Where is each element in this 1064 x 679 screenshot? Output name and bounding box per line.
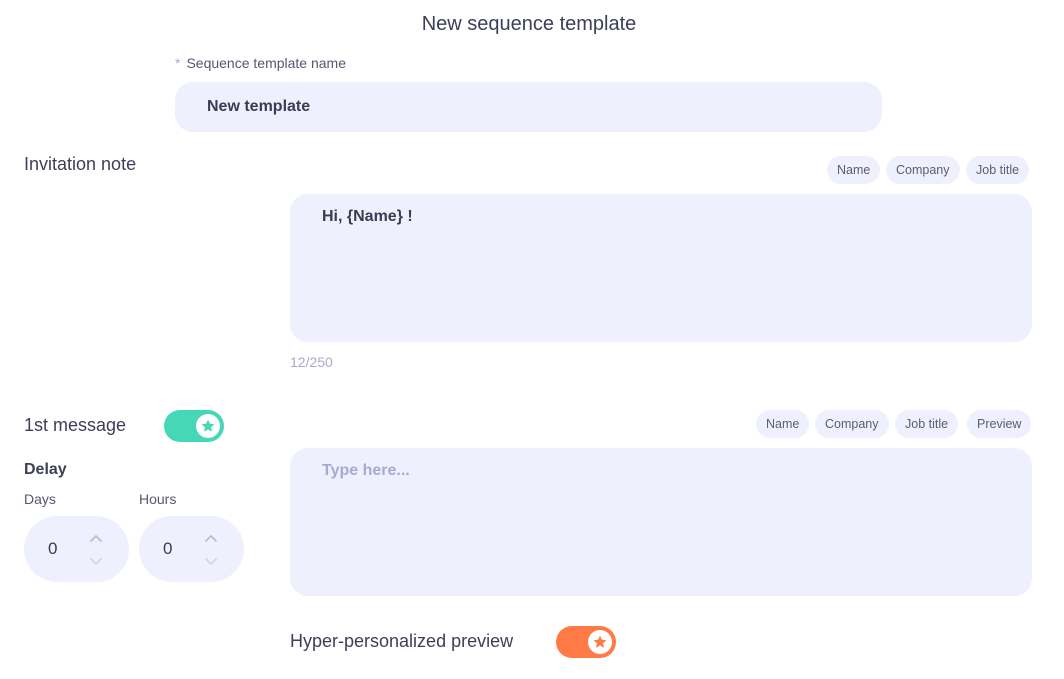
message-chip-name[interactable]: Name [756, 410, 810, 438]
hours-value[interactable]: 0 [163, 516, 172, 582]
chevron-up-icon[interactable] [88, 531, 104, 545]
star-icon [588, 630, 612, 654]
hyper-personalized-preview-toggle[interactable] [556, 626, 616, 658]
hours-label: Hours [139, 491, 177, 507]
delay-title: Delay [24, 461, 67, 478]
chevron-down-icon[interactable] [88, 554, 104, 568]
template-name-input[interactable] [175, 82, 882, 132]
invitation-chip-name[interactable]: Name [827, 156, 881, 184]
template-name-label-text: Sequence template name [186, 55, 347, 71]
message-chip-preview[interactable]: Preview [967, 410, 1032, 438]
chevron-down-icon[interactable] [203, 554, 219, 568]
invitation-note-textarea[interactable]: Hi, {Name} ! [290, 194, 1032, 342]
first-message-toggle[interactable] [164, 410, 224, 442]
invitation-note-title: Invitation note [24, 154, 137, 174]
page-title: New sequence template [421, 13, 637, 35]
message-chip-job-title[interactable]: Job title [895, 410, 959, 438]
hours-stepper[interactable]: 0 [139, 516, 244, 582]
character-counter: 12/250 [290, 354, 333, 370]
first-message-textarea[interactable] [290, 448, 1032, 596]
message-chip-company[interactable]: Company [815, 410, 889, 438]
star-icon [196, 414, 220, 438]
invitation-chip-job-title[interactable]: Job title [966, 156, 1030, 184]
days-stepper[interactable]: 0 [24, 516, 129, 582]
chevron-up-icon[interactable] [203, 531, 219, 545]
first-message-title: 1st message [24, 415, 127, 435]
hyper-personalized-preview-label: Hyper-personalized preview [290, 631, 514, 651]
invitation-chip-company[interactable]: Company [886, 156, 960, 184]
required-marker: * [175, 55, 181, 71]
days-value[interactable]: 0 [48, 516, 57, 582]
template-name-label: * Sequence template name [175, 55, 346, 71]
days-label: Days [24, 491, 56, 507]
